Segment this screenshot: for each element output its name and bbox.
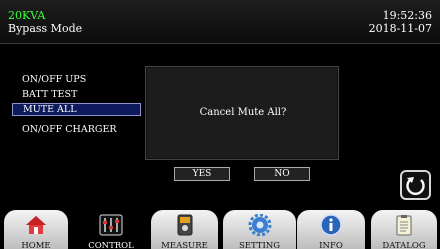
clock-time: 19:52:36 [382, 9, 432, 22]
info-icon [320, 214, 342, 236]
tab-label-setting: SETTING [238, 241, 281, 249]
gear-icon [248, 214, 271, 236]
menu-item-batt-test[interactable]: BATT TEST [22, 89, 77, 100]
refresh-back-icon [406, 177, 425, 195]
clipboard-icon [396, 215, 412, 236]
sliders-icon [99, 214, 123, 236]
tab-bar: HOME CONTROL MEASURE SETTING INFO DATALO… [0, 210, 440, 249]
confirm-dialog: Cancel Mute All? [145, 66, 339, 160]
tab-datalog[interactable]: DATALOG [371, 210, 437, 249]
tab-label-home: HOME [21, 241, 51, 249]
tab-control[interactable]: CONTROL [76, 210, 146, 249]
tab-label-info: INFO [319, 241, 343, 249]
status-header: 20KVA Bypass Mode 19:52:36 2018-11-07 [0, 0, 440, 44]
menu-item-mute-all[interactable]: MUTE ALL [12, 103, 141, 116]
menu-item-on-off-ups[interactable]: ON/OFF UPS [22, 74, 86, 85]
clock-date: 2018-11-07 [368, 22, 432, 35]
mode-label: Bypass Mode [8, 22, 83, 35]
tab-measure[interactable]: MEASURE [151, 210, 218, 249]
home-icon [26, 216, 46, 234]
tab-info[interactable]: INFO [297, 210, 365, 249]
back-button[interactable] [400, 170, 431, 200]
tab-label-measure: MEASURE [161, 241, 208, 249]
tab-setting[interactable]: SETTING [223, 210, 296, 249]
yes-button[interactable]: YES [174, 167, 230, 181]
no-button[interactable]: NO [254, 167, 310, 181]
dialog-message: Cancel Mute All? [199, 107, 287, 118]
menu-item-on-off-charger[interactable]: ON/OFF CHARGER [22, 124, 117, 135]
meter-icon [177, 214, 192, 236]
model-label: 20KVA [8, 9, 46, 22]
tab-label-datalog: DATALOG [382, 241, 426, 249]
tab-home[interactable]: HOME [4, 210, 68, 249]
tab-label-control: CONTROL [88, 241, 134, 249]
